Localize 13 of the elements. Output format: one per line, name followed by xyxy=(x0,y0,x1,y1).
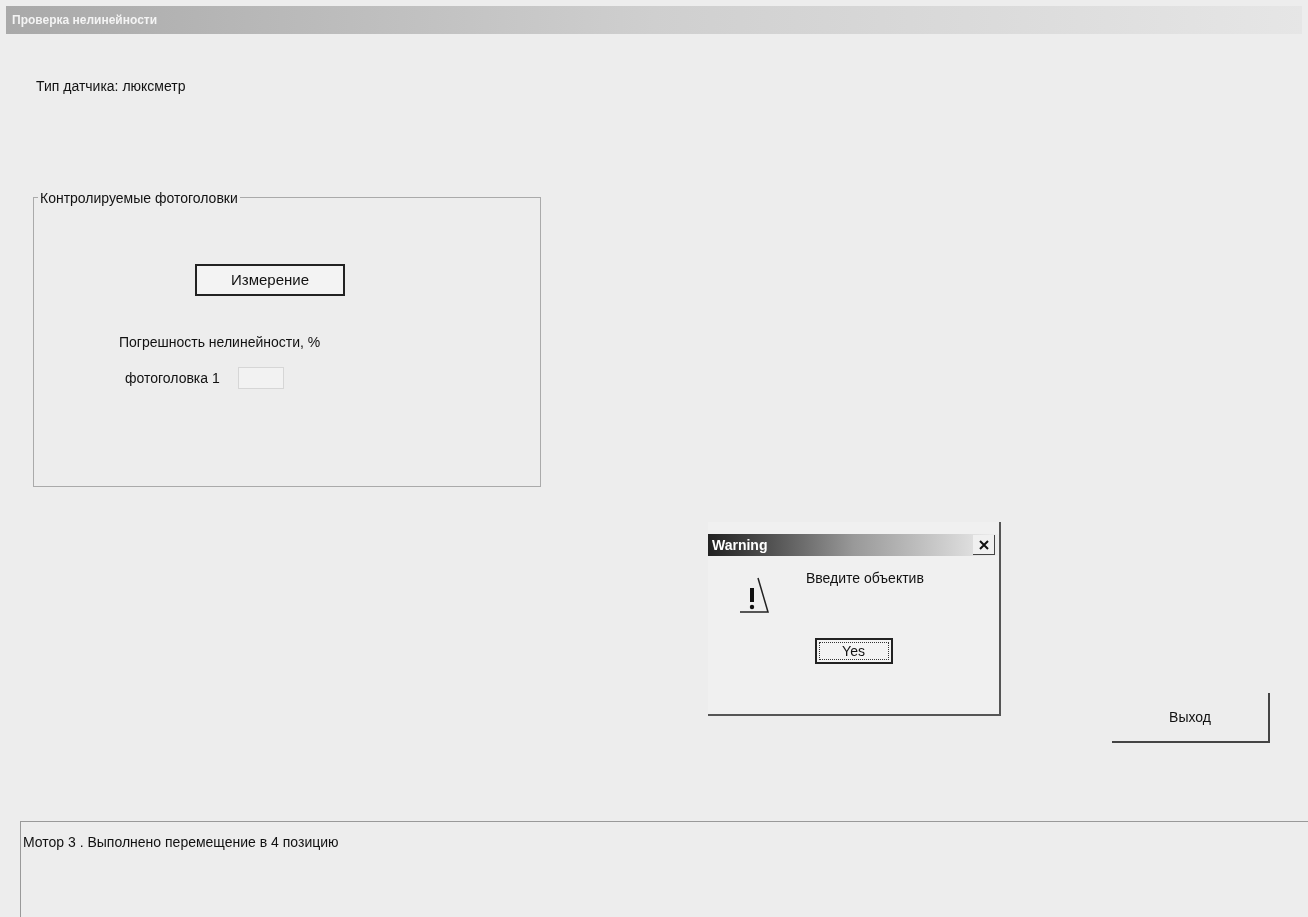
sensor-type-label: Тип датчика: люксметр xyxy=(36,78,186,94)
close-icon xyxy=(978,539,989,550)
error-label: Погрешность нелинейности, % xyxy=(119,333,322,352)
window-title: Проверка нелинейности xyxy=(12,12,158,29)
yes-button[interactable]: Yes xyxy=(814,638,893,664)
measure-button[interactable]: Измерение xyxy=(195,264,345,296)
dialog-title: Warning xyxy=(712,535,768,555)
value-field[interactable] xyxy=(237,367,284,389)
status-message: Мотор 3 . Выполнено перемещение в 4 позицию xyxy=(23,834,339,850)
dialog-message: Введите объектив xyxy=(806,569,924,588)
photohead-label: фотоголовка 1 xyxy=(125,368,220,388)
close-button[interactable] xyxy=(973,535,995,555)
exit-button[interactable]: Выход xyxy=(1112,693,1270,743)
